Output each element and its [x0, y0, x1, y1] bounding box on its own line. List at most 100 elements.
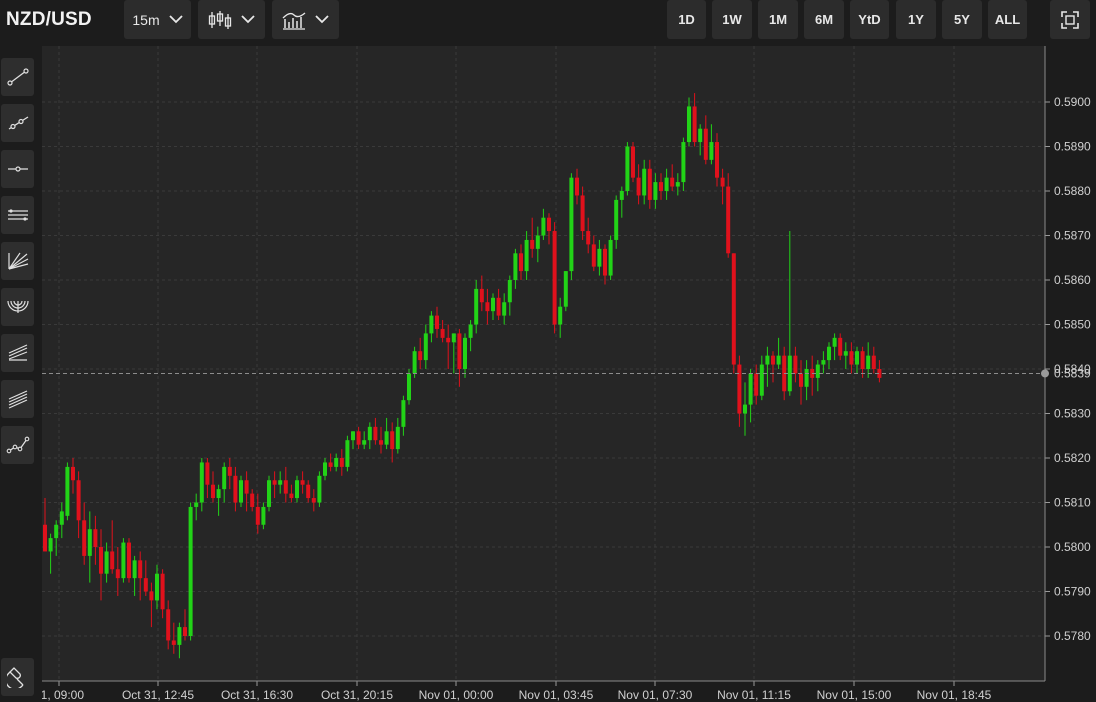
- candle-body: [384, 431, 389, 445]
- candlestick-chart[interactable]: 0.5780 0.5790 0.5800 0.5810 0.5820 0.5830 0.58…: [42, 46, 1096, 702]
- x-tick-label: Nov 01, 03:45: [519, 688, 594, 702]
- candle: [267, 475, 271, 512]
- candle-body: [65, 466, 70, 516]
- candle-body: [636, 177, 641, 196]
- candle-body: [323, 462, 327, 476]
- candle-body: [216, 489, 221, 499]
- candle: [407, 369, 411, 405]
- candle-body: [76, 480, 81, 521]
- candle-body: [418, 351, 423, 361]
- candle-body: [530, 239, 535, 249]
- candle-body: [586, 231, 591, 245]
- candle-body: [166, 609, 171, 641]
- y-tick-label: 0.5820: [1054, 451, 1091, 465]
- candle: [563, 271, 568, 312]
- candle-body: [440, 328, 445, 338]
- candle-body: [395, 426, 400, 450]
- trend-line-icon: [6, 68, 29, 86]
- candle-body: [199, 462, 204, 503]
- candle-body: [513, 253, 518, 280]
- candle-body: [345, 440, 350, 467]
- tool-ray[interactable]: [1, 104, 34, 142]
- chart-type-select[interactable]: [198, 0, 265, 39]
- candle-body: [250, 493, 255, 507]
- candle-body: [692, 106, 697, 143]
- candle-body: [519, 253, 523, 272]
- candle-body: [675, 182, 680, 187]
- candle-body: [547, 217, 551, 232]
- tool-polyline[interactable]: [1, 426, 34, 464]
- x-tick-label: 31, 09:00: [42, 688, 84, 702]
- drawing-tools-sidebar: [0, 46, 42, 702]
- tool-pitchfork[interactable]: [1, 334, 34, 372]
- symbol-title: NZD/USD: [6, 9, 92, 30]
- candle-body: [446, 337, 451, 343]
- polyline-icon: [6, 436, 29, 454]
- candle: [569, 173, 574, 280]
- candle-body: [827, 346, 831, 361]
- candle-body: [132, 560, 137, 579]
- tool-fib-channel[interactable]: [1, 380, 34, 418]
- candle-body: [468, 324, 473, 338]
- parallel-channel-icon: [7, 209, 28, 221]
- horizontal-line-icon: [7, 166, 28, 172]
- candle-body: [474, 288, 479, 325]
- tool-fib-arc[interactable]: [1, 288, 34, 326]
- range-button-1y[interactable]: 1Y: [896, 0, 936, 39]
- candle-body: [339, 458, 344, 467]
- candle-body: [43, 524, 47, 552]
- candle-body: [619, 191, 624, 200]
- tool-horizontal-line[interactable]: [1, 150, 34, 188]
- candle-body: [563, 271, 568, 307]
- x-tick-label: Oct 31, 20:15: [321, 688, 393, 702]
- fullscreen-button[interactable]: [1050, 0, 1090, 39]
- fib-arc-icon: [6, 300, 29, 313]
- candle-body: [647, 168, 652, 200]
- candle-body: [390, 431, 395, 450]
- tool-trend-line[interactable]: [1, 58, 34, 96]
- range-button-6m[interactable]: 6M: [804, 0, 844, 39]
- range-button-1d[interactable]: 1D: [667, 0, 706, 39]
- chevron-down-icon: [168, 15, 183, 24]
- tool-fib-fan[interactable]: [1, 242, 34, 280]
- fullscreen-icon: [1061, 10, 1079, 29]
- range-button-ytd[interactable]: YtD: [850, 0, 889, 39]
- candle-body: [451, 333, 456, 343]
- candle: [345, 435, 350, 472]
- candle-body: [535, 235, 540, 249]
- candle-body: [183, 627, 187, 636]
- candle-body: [283, 480, 288, 494]
- price-chart-area[interactable]: 0.5780 0.5790 0.5800 0.5810 0.5820 0.5830 0.58…: [42, 46, 1096, 702]
- ray-icon: [8, 116, 28, 130]
- candle-body: [407, 373, 411, 401]
- candle-body: [541, 217, 546, 236]
- candle-body: [838, 337, 843, 356]
- indicators-select[interactable]: [272, 0, 339, 39]
- candle-body: [776, 355, 781, 365]
- tool-magnet[interactable]: [1, 658, 34, 696]
- candle-body: [311, 498, 316, 503]
- candle-body: [48, 538, 53, 552]
- candle: [731, 253, 736, 374]
- candle-body: [379, 440, 383, 445]
- tool-parallel-channel[interactable]: [1, 196, 34, 234]
- y-tick-label: 0.5810: [1054, 496, 1091, 510]
- candle-body: [423, 333, 428, 361]
- interval-select[interactable]: 15m: [124, 0, 191, 39]
- y-tick-label: 0.5800: [1054, 540, 1091, 554]
- range-button-1m[interactable]: 1M: [758, 0, 798, 39]
- candle-body: [435, 315, 439, 329]
- candle-body: [793, 355, 798, 374]
- x-tick-label: Nov 01, 18:45: [917, 688, 992, 702]
- candle-body: [149, 591, 154, 601]
- candle-body: [171, 640, 176, 645]
- range-button-1w[interactable]: 1W: [712, 0, 752, 39]
- candle-body: [401, 400, 406, 427]
- candle-body: [457, 333, 462, 369]
- range-button-5y[interactable]: 5Y: [942, 0, 982, 39]
- y-tick-label: 0.5900: [1054, 95, 1091, 109]
- range-button-all[interactable]: ALL: [988, 0, 1027, 39]
- candle-body: [502, 302, 507, 316]
- candle-body: [871, 355, 876, 369]
- candle: [127, 538, 131, 583]
